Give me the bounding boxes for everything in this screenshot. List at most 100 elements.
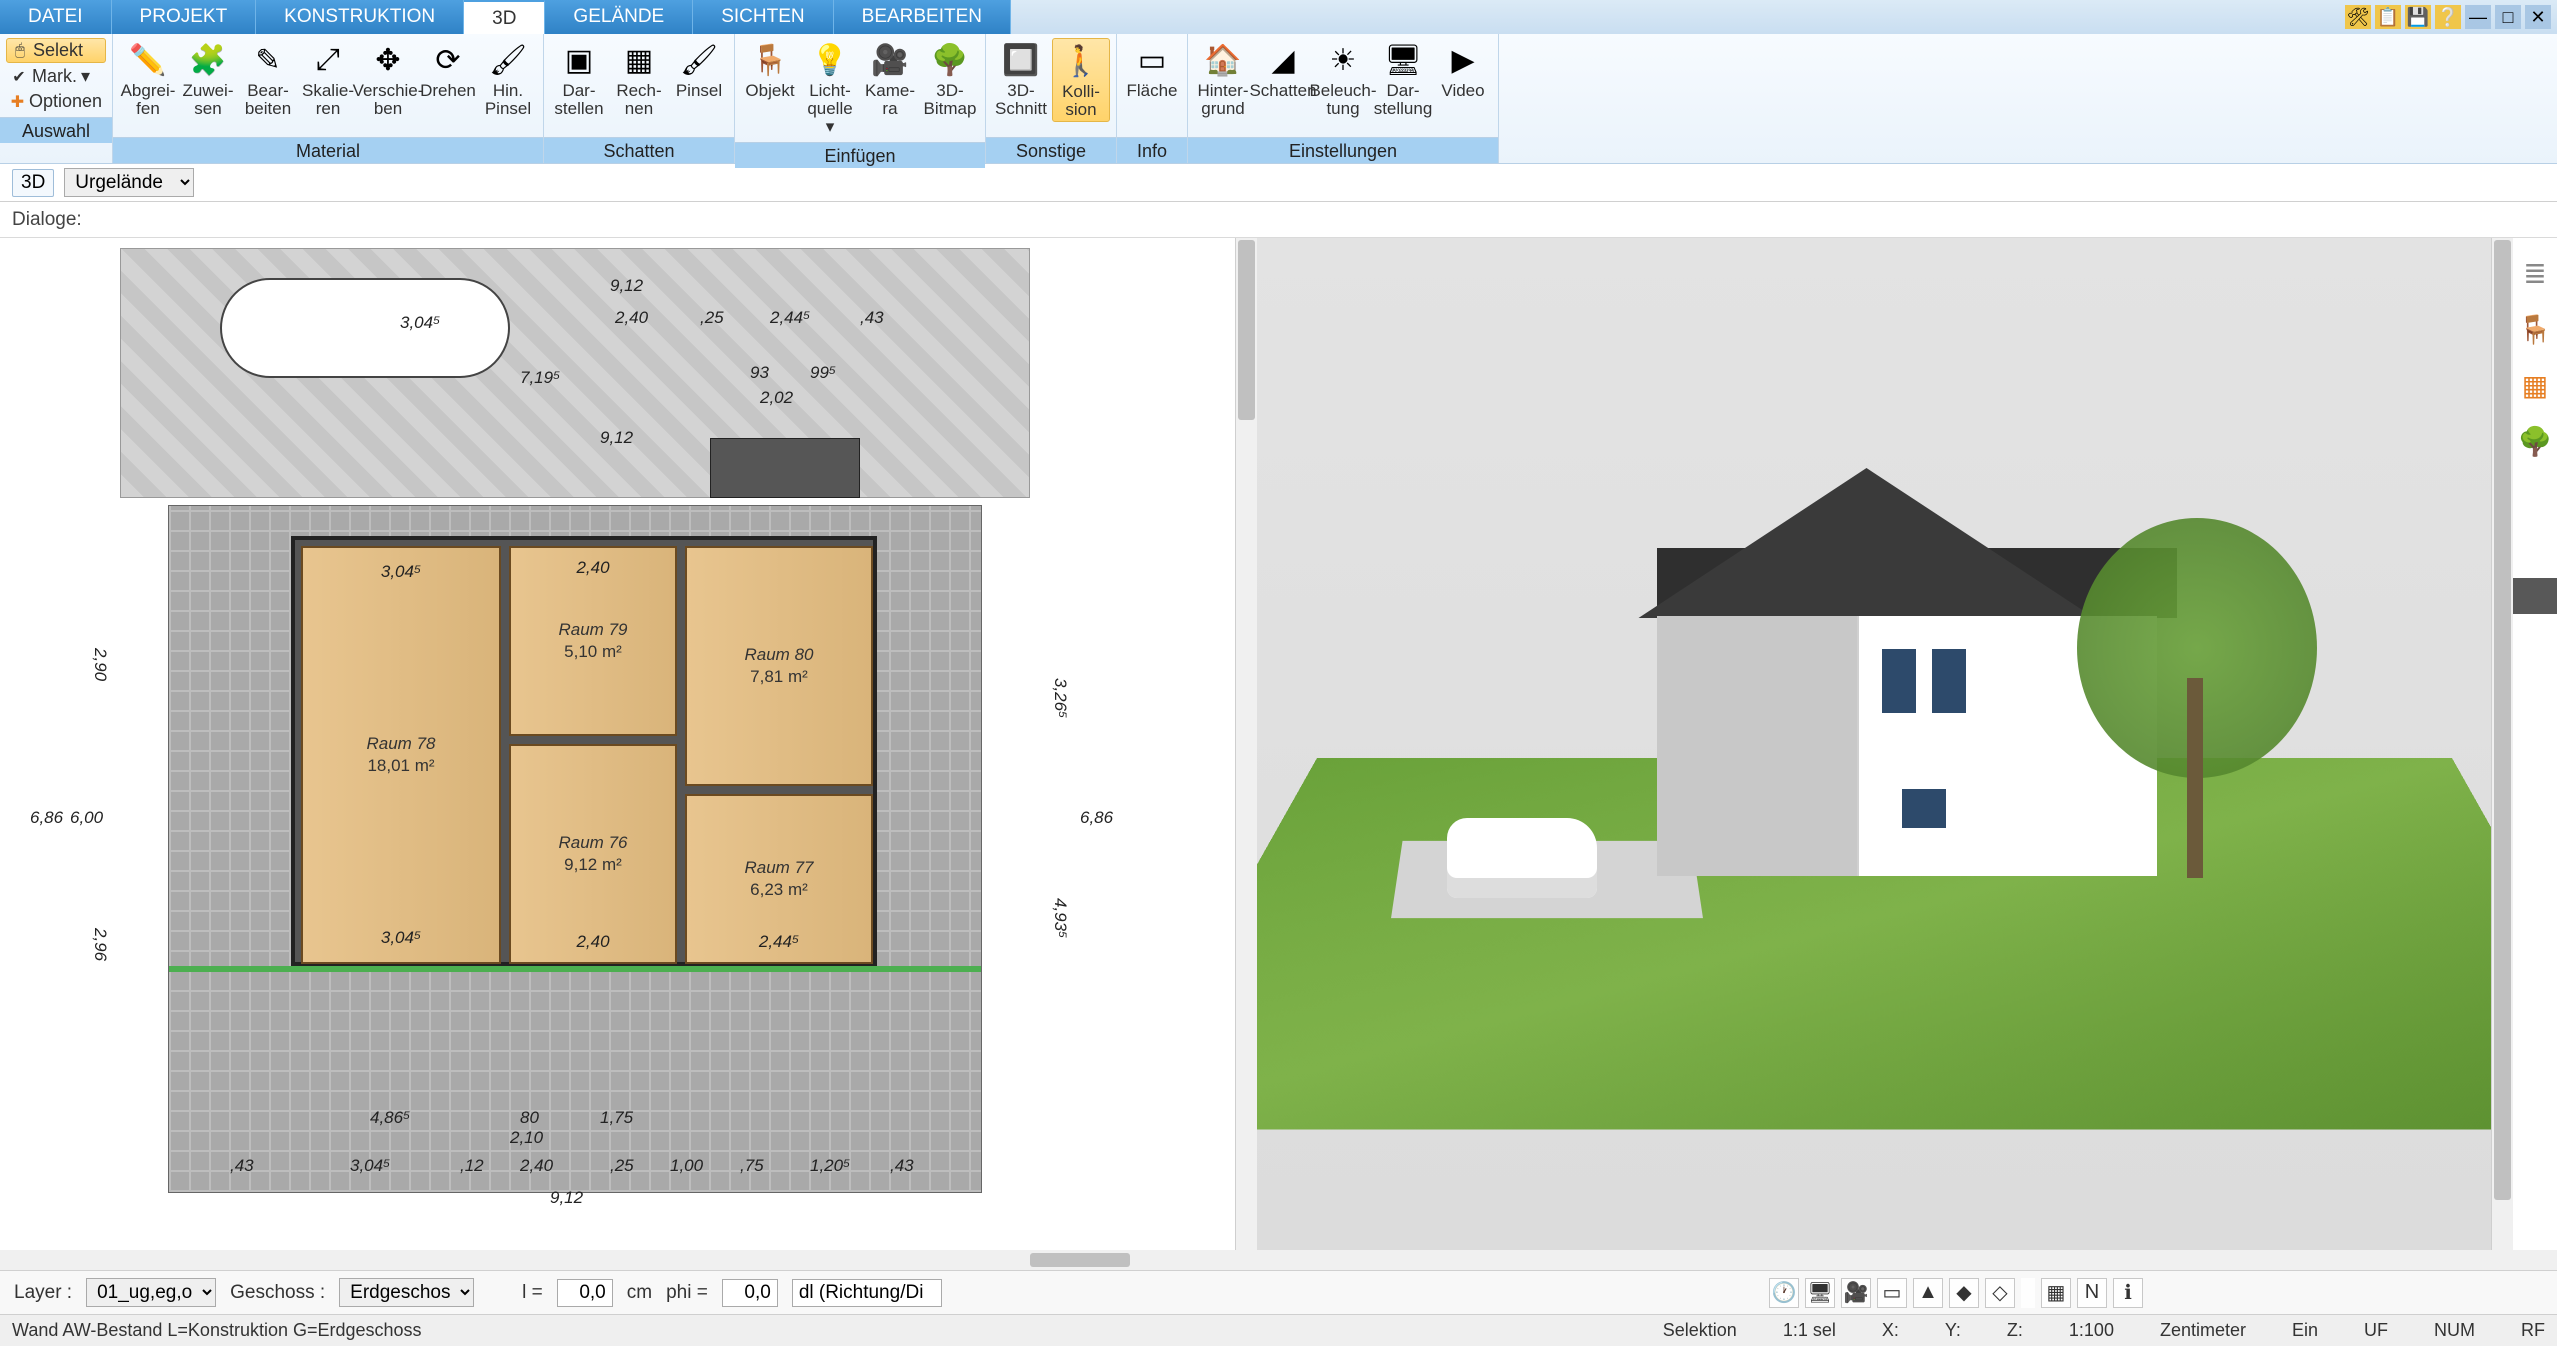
tab-gelaende[interactable]: GELÄNDE [545, 0, 693, 34]
scale-icon: ⤢ [308, 40, 348, 80]
brush-icon: 🖌 [488, 40, 528, 80]
hinpinsel-button[interactable]: 🖌Hin.Pinsel [479, 38, 537, 120]
schatten-button[interactable]: ◢Schatten [1254, 38, 1312, 120]
dim-912-mid: 9,12 [600, 428, 633, 448]
dim-b1: 3,04⁵ [350, 1156, 390, 1176]
tab-sichten[interactable]: SICHTEN [693, 0, 833, 34]
diamond-icon[interactable]: ◆ [1949, 1278, 1979, 1308]
ribbon-group-schatten: ▣Dar-stellen ▦Rech-nen 🖌Pinsel Schatten [544, 34, 735, 163]
dim-290-l: 2,90 [90, 648, 110, 681]
rotate-icon: ⟳ [428, 40, 468, 80]
kamera-button[interactable]: 🎥Kame-ra [861, 38, 919, 120]
side-toolbar: ≣ 🪑 ▦ 🌳 [2513, 238, 2557, 1250]
beleuchtung-button[interactable]: ☀Beleuch-tung [1314, 38, 1372, 120]
ribbon-group-info: ▭Fläche Info [1117, 34, 1188, 163]
house-3d [1617, 468, 2117, 888]
tree-3d [2077, 518, 2317, 878]
tab-datei[interactable]: DATEI [0, 0, 112, 34]
drehen-button[interactable]: ⟳Drehen [419, 38, 477, 120]
tab-konstruktion[interactable]: KONSTRUKTION [256, 0, 464, 34]
close-button[interactable]: ✕ [2525, 5, 2551, 29]
scrollbar-vertical-3d[interactable] [2491, 238, 2513, 1250]
ribbon-group-auswahl: 🖱Selekt ✔Mark. ▾ ✚Optionen Auswahl [0, 34, 113, 163]
grass-line [169, 966, 981, 972]
dim-b2: ,12 [460, 1156, 484, 1176]
grid-icon[interactable]: ▦ [2041, 1278, 2071, 1308]
furniture-icon[interactable]: 🪑 [2518, 312, 2552, 346]
diamond2-icon[interactable]: ◇ [1985, 1278, 2015, 1308]
dim-240-top: 2,40 [615, 308, 648, 328]
abgreifen-button[interactable]: ✏️Abgrei-fen [119, 38, 177, 120]
verschieben-button[interactable]: ✥Verschie-ben [359, 38, 417, 120]
panel-minimize-button[interactable]: — [2465, 5, 2491, 29]
tab-projekt[interactable]: PROJEKT [112, 0, 257, 34]
assign-icon: 🧩 [188, 40, 228, 80]
palette-icon[interactable]: ▦ [2518, 368, 2552, 402]
clock-icon[interactable]: 🕐 [1769, 1278, 1799, 1308]
dim-b5: 1,00 [670, 1156, 703, 1176]
l-input[interactable] [557, 1279, 613, 1307]
phi-input[interactable] [722, 1279, 778, 1307]
clipboard-icon[interactable]: 📋 [2375, 5, 2401, 29]
layers2-icon[interactable]: ▭ [1877, 1278, 1907, 1308]
arrow-up-icon[interactable]: ▲ [1913, 1278, 1943, 1308]
tree2-icon[interactable]: 🌳 [2518, 424, 2552, 458]
main-menu: DATEI PROJEKT KONSTRUKTION 3D GELÄNDE SI… [0, 0, 2557, 34]
panel-3d-view[interactable] [1257, 238, 2492, 1250]
dim-3265-r: 3,26⁵ [1050, 678, 1070, 718]
pull-handle[interactable] [2513, 578, 2557, 614]
objekt-button[interactable]: 🪑Objekt [741, 38, 799, 120]
skalieren-button[interactable]: ⤢Skalie-ren [299, 38, 357, 120]
urgelaende-select[interactable]: Urgelände [64, 168, 194, 197]
status-rf: RF [2521, 1320, 2545, 1341]
status-bar: Wand AW-Bestand L=Konstruktion G=Erdgesc… [0, 1314, 2557, 1346]
scrollbar-horizontal[interactable] [0, 1250, 2557, 1270]
3dschnitt-button[interactable]: 🔲3D-Schnitt [992, 38, 1050, 120]
layer-select[interactable]: 01_ug,eg,o [86, 1278, 216, 1307]
lichtquelle-button[interactable]: 💡Licht-quelle ▾ [801, 38, 859, 138]
dl-input[interactable] [792, 1279, 942, 1307]
hintergrund-button[interactable]: 🏠Hinter-grund [1194, 38, 1252, 120]
dim-2445-top: 2,44⁵ [770, 308, 810, 328]
garage [710, 438, 860, 498]
tree-icon: 🌳 [930, 40, 970, 80]
panel-2d-floorplan[interactable]: 3,04⁵ 9,12 2,40 ,25 2,44⁵ ,43 7,19⁵ 9,12… [0, 238, 1235, 1250]
mode-3d-tag[interactable]: 3D [12, 169, 54, 197]
pinsel-button[interactable]: 🖌Pinsel [670, 38, 728, 120]
flaeche-button[interactable]: ▭Fläche [1123, 38, 1181, 120]
video-button[interactable]: ▶Video [1434, 38, 1492, 120]
darstellung-button[interactable]: 🖥Dar-stellung [1374, 38, 1432, 120]
tab-bearbeiten[interactable]: BEARBEITEN [834, 0, 1011, 34]
status-y: Y: [1945, 1320, 1961, 1341]
ribbon-group-material: ✏️Abgrei-fen 🧩Zuwei-sen ✎Bear-beiten ⤢Sk… [113, 34, 544, 163]
mark-button[interactable]: ✔Mark. ▾ [6, 65, 106, 88]
group-label-auswahl: Auswahl [0, 117, 112, 143]
geschoss-select[interactable]: Erdgeschos [339, 1278, 474, 1307]
rechnen-button[interactable]: ▦Rech-nen [610, 38, 668, 120]
room-78: 3,04⁵ Raum 78 18,01 m² 3,04⁵ [301, 546, 501, 964]
info-icon[interactable]: ℹ [2113, 1278, 2143, 1308]
selekt-button[interactable]: 🖱Selekt [6, 38, 106, 63]
monitor-icon: 🖥 [1383, 40, 1423, 80]
bearbeiten-button[interactable]: ✎Bear-beiten [239, 38, 297, 120]
3dbitmap-button[interactable]: 🌳3D-Bitmap [921, 38, 979, 120]
section-icon: 🔲 [1001, 40, 1041, 80]
north-icon[interactable]: N [2077, 1278, 2107, 1308]
dim-b0: ,43 [230, 1156, 254, 1176]
optionen-button[interactable]: ✚Optionen [6, 90, 106, 113]
dim-4865: 4,86⁵ [370, 1108, 410, 1128]
help-icon[interactable]: ❔ [2435, 5, 2461, 29]
group-label-sonstige: Sonstige [986, 137, 1116, 163]
tools-icon[interactable]: 🛠 [2345, 5, 2371, 29]
room-77: Raum 77 6,23 m² 2,44⁵ [685, 794, 873, 964]
tab-3d[interactable]: 3D [464, 0, 545, 34]
panel-maximize-button[interactable]: □ [2495, 5, 2521, 29]
kollision-button[interactable]: 🚶Kolli-sion [1052, 38, 1110, 122]
monitor2-icon[interactable]: 🖥 [1805, 1278, 1835, 1308]
camera2-icon[interactable]: 🎥 [1841, 1278, 1871, 1308]
layers-icon[interactable]: ≣ [2518, 256, 2552, 290]
scrollbar-vertical-2d[interactable] [1235, 238, 1257, 1250]
save-icon[interactable]: 💾 [2405, 5, 2431, 29]
darstellen-button[interactable]: ▣Dar-stellen [550, 38, 608, 120]
zuweisen-button[interactable]: 🧩Zuwei-sen [179, 38, 237, 120]
